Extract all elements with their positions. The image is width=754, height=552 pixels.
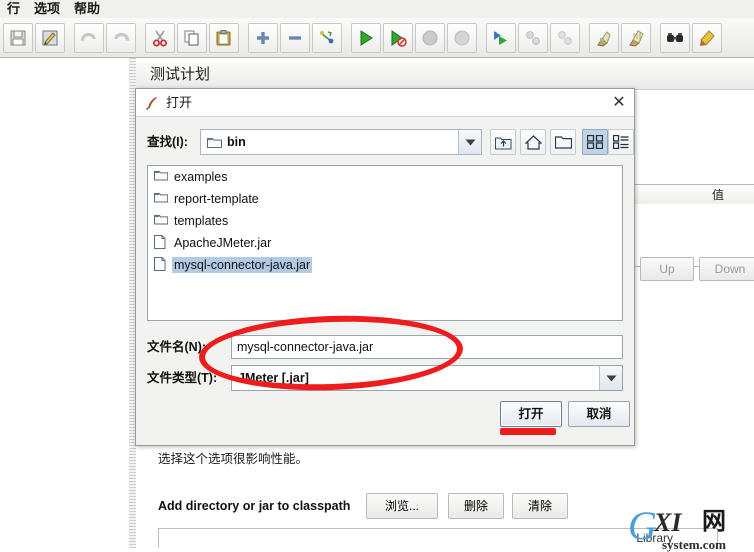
menu-options[interactable]: 选项 — [27, 0, 67, 18]
reset-search-icon[interactable] — [692, 22, 722, 53]
paste-icon[interactable] — [209, 22, 239, 53]
folder-icon — [154, 170, 172, 184]
file-type-value: JMeter [.jar] — [238, 371, 309, 385]
up-button[interactable]: Up — [640, 257, 694, 281]
performance-hint-text: 选择这个选项很影响性能。 — [158, 452, 309, 466]
start-icon[interactable] — [351, 22, 381, 53]
list-item[interactable]: templates — [148, 210, 622, 232]
folder-icon — [154, 192, 172, 206]
file-name: ApacheJMeter.jar — [174, 236, 272, 250]
open-file-dialog: 打开 ✕ 查找(I): bin examples report-template… — [135, 88, 635, 446]
app-toolbar — [0, 18, 754, 58]
clear-all-icon[interactable] — [621, 22, 651, 53]
expand-icon[interactable] — [248, 22, 278, 53]
shutdown-icon — [447, 22, 477, 53]
menu-help[interactable]: 帮助 — [67, 0, 107, 18]
list-view-button[interactable] — [608, 129, 634, 155]
file-type-row: 文件类型(T): JMeter [.jar] — [136, 365, 634, 391]
remote-start-all-icon[interactable] — [486, 22, 516, 53]
test-plan-tree-pane[interactable] — [0, 58, 129, 548]
cancel-button[interactable]: 取消 — [568, 401, 630, 427]
look-in-combobox[interactable]: bin — [200, 129, 482, 155]
home-button[interactable] — [520, 129, 546, 155]
toggle-icon[interactable] — [312, 22, 342, 53]
up-one-level-button[interactable] — [490, 129, 516, 155]
start-no-pauses-icon[interactable] — [383, 22, 413, 53]
save-icon[interactable] — [3, 22, 33, 53]
clear-button[interactable]: 清除 — [512, 493, 568, 519]
file-icon — [154, 234, 172, 252]
browse-button[interactable]: 浏览... — [366, 493, 438, 519]
chevron-down-icon[interactable] — [458, 130, 481, 154]
list-item[interactable]: examples — [148, 166, 622, 188]
close-icon[interactable]: ✕ — [608, 92, 630, 114]
remote-shutdown-all-icon — [550, 22, 580, 53]
file-name: report-template — [174, 192, 259, 206]
grid-view-button[interactable] — [582, 129, 608, 155]
copy-icon[interactable] — [177, 22, 207, 53]
classpath-label: Add directory or jar to classpath — [158, 499, 351, 513]
chevron-down-icon[interactable] — [599, 366, 622, 390]
list-item[interactable]: mysql-connector-java.jar — [148, 254, 622, 276]
folder-icon — [207, 136, 222, 151]
delete-button[interactable]: 删除 — [448, 493, 504, 519]
open-button[interactable]: 打开 — [500, 401, 562, 427]
file-name: mysql-connector-java.jar — [172, 257, 313, 273]
down-button[interactable]: Down — [699, 257, 754, 281]
file-type-label: 文件类型(T): — [147, 371, 218, 385]
look-in-label: 查找(I): — [147, 135, 188, 149]
edit-template-icon[interactable] — [35, 22, 65, 53]
jmeter-feather-icon — [145, 96, 159, 111]
dialog-title: 打开 — [166, 95, 193, 110]
watermark-domain: system.com — [662, 537, 726, 552]
folder-icon — [154, 214, 172, 228]
look-in-row: 查找(I): bin — [136, 129, 634, 155]
file-name-row: 文件名(N): mysql-connector-java.jar — [136, 335, 634, 359]
redo-icon — [106, 22, 136, 53]
menu-run[interactable]: 行 — [0, 0, 27, 18]
watermark-xi: XI — [654, 508, 682, 537]
new-folder-button[interactable] — [550, 129, 576, 155]
list-item[interactable]: ApacheJMeter.jar — [148, 232, 622, 254]
list-item[interactable]: report-template — [148, 188, 622, 210]
app-menubar: 行 选项 帮助 — [0, 0, 754, 18]
file-list[interactable]: examples report-template templates Apach… — [147, 165, 623, 321]
collapse-icon[interactable] — [280, 22, 310, 53]
watermark-g: G — [628, 503, 657, 548]
watermark-net: 网 — [702, 508, 726, 535]
search-icon[interactable] — [660, 22, 690, 53]
watermark: G XI 网 system.com — [626, 503, 750, 552]
page-title: 测试计划 — [136, 60, 754, 90]
look-in-value: bin — [227, 135, 246, 149]
file-name: templates — [174, 214, 229, 228]
clear-icon[interactable] — [589, 22, 619, 53]
file-type-combobox[interactable]: JMeter [.jar] — [231, 365, 623, 391]
dialog-title-bar: 打开 ✕ — [136, 89, 634, 117]
file-name-input[interactable]: mysql-connector-java.jar — [231, 335, 623, 359]
file-icon — [154, 256, 172, 274]
file-name-label: 文件名(N): — [147, 340, 207, 354]
file-name: examples — [174, 170, 228, 184]
column-header-value: 值 — [711, 188, 724, 202]
undo-icon — [74, 22, 104, 53]
cut-icon[interactable] — [145, 22, 175, 53]
stop-icon — [415, 22, 445, 53]
remote-stop-all-icon — [518, 22, 548, 53]
